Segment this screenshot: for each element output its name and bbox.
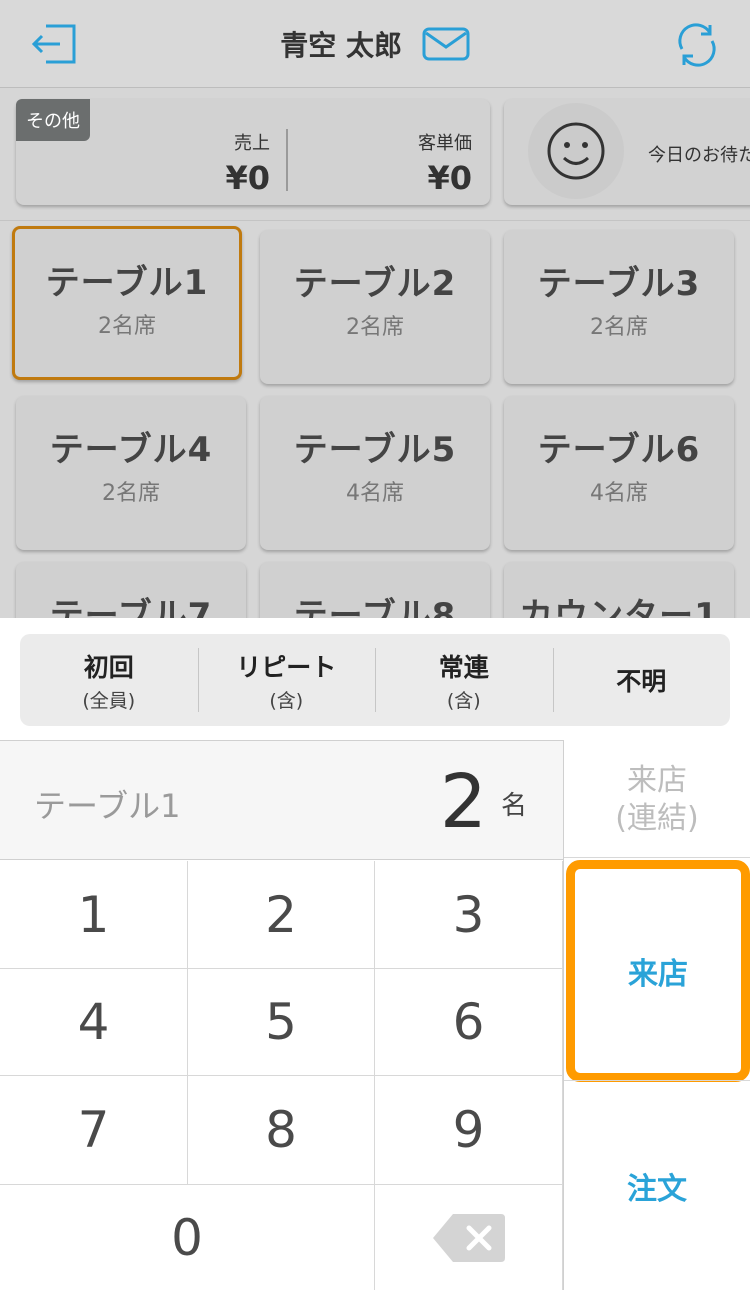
table-seats: 4名席	[589, 481, 648, 506]
table-name: テーブル8	[293, 596, 457, 618]
action-column: 来店 (連結) 来店 注文	[563, 740, 750, 1290]
avg-metric: 客単価 ¥0	[418, 129, 472, 197]
guest-type-segmented-control: 初回 (全員) リピート (含) 常連 (含) 不明	[20, 634, 730, 726]
avg-label: 客単価	[418, 133, 472, 154]
guest-count-display: テーブル1 2 名	[0, 740, 563, 860]
guest-type-first[interactable]: 初回 (全員)	[20, 634, 198, 726]
visit-button[interactable]: 来店	[566, 860, 750, 1082]
table-tile-5[interactable]: テーブル5 4名席	[260, 396, 490, 550]
guest-count-value: 2	[439, 759, 487, 845]
table-seats: 2名席	[345, 315, 404, 340]
smile-badge	[528, 103, 624, 199]
key-9[interactable]: 9	[375, 1076, 563, 1185]
key-4[interactable]: 4	[0, 969, 188, 1076]
refresh-icon[interactable]	[674, 22, 720, 68]
key-6[interactable]: 6	[375, 969, 563, 1076]
key-7[interactable]: 7	[0, 1076, 188, 1185]
sales-label: 売上	[234, 133, 270, 154]
user-name: 青空 太郎	[280, 29, 402, 62]
table-tile-1[interactable]: テーブル1 2名席	[12, 226, 242, 380]
header-title: 青空 太郎	[0, 24, 750, 64]
key-0[interactable]: 0	[0, 1185, 375, 1290]
table-seats: 2名席	[97, 314, 156, 339]
guest-count-unit: 名	[500, 791, 527, 821]
table-name: カウンター1	[519, 596, 719, 618]
category-badge: その他	[16, 99, 90, 141]
summary-strip: その他 売上 ¥0 客単価 ¥0 今日のお待た	[0, 89, 750, 221]
table-tile-2[interactable]: テーブル2 2名席	[260, 230, 490, 384]
table-tile-8[interactable]: テーブル8	[260, 562, 490, 618]
backspace-key[interactable]	[375, 1185, 563, 1290]
key-2[interactable]: 2	[188, 861, 375, 969]
selected-table-name: テーブル1	[34, 787, 181, 825]
sales-value: ¥0	[225, 159, 270, 197]
sales-card[interactable]: その他 売上 ¥0 客単価 ¥0	[16, 99, 490, 205]
table-name: テーブル1	[45, 263, 209, 303]
guest-type-repeat[interactable]: リピート (含)	[197, 634, 376, 726]
sales-metric: 売上 ¥0	[225, 129, 270, 197]
guest-type-unknown[interactable]: 不明	[552, 634, 731, 726]
backspace-icon	[432, 1213, 505, 1262]
key-3[interactable]: 3	[375, 861, 563, 969]
table-seats: 4名席	[345, 481, 404, 506]
smile-icon	[547, 122, 605, 180]
table-name: テーブル2	[293, 264, 457, 304]
table-name: テーブル4	[49, 430, 213, 470]
avg-value: ¥0	[427, 159, 472, 197]
table-seats: 2名席	[101, 481, 160, 506]
table-name: テーブル7	[49, 596, 213, 618]
visit-link-button[interactable]: 来店 (連結)	[564, 740, 750, 858]
table-name: テーブル3	[537, 264, 701, 304]
mail-icon[interactable]	[422, 27, 470, 61]
seating-panel: 初回 (全員) リピート (含) 常連 (含) 不明 テーブル1 2 名 1 2…	[0, 618, 750, 1290]
counter-tile-1[interactable]: カウンター1	[504, 562, 734, 618]
header-bar: 青空 太郎	[0, 0, 750, 88]
table-name: テーブル5	[293, 430, 457, 470]
table-tile-4[interactable]: テーブル4 2名席	[16, 396, 246, 550]
table-seats: 2名席	[589, 315, 648, 340]
key-5[interactable]: 5	[188, 969, 375, 1076]
key-1[interactable]: 1	[0, 861, 188, 969]
order-button[interactable]: 注文	[564, 1080, 750, 1290]
waiting-card[interactable]: 今日のお待た	[504, 99, 750, 205]
guest-type-regular[interactable]: 常連 (含)	[375, 634, 553, 726]
table-grid: テーブル1 2名席 テーブル2 2名席 テーブル3 2名席 テーブル4 2名席 …	[0, 222, 750, 618]
metric-divider	[286, 129, 288, 191]
key-8[interactable]: 8	[188, 1076, 375, 1185]
waiting-text: 今日のお待た	[648, 145, 750, 166]
table-tile-3[interactable]: テーブル3 2名席	[504, 230, 734, 384]
table-tile-7[interactable]: テーブル7	[16, 562, 246, 618]
table-tile-6[interactable]: テーブル6 4名席	[504, 396, 734, 550]
table-name: テーブル6	[537, 430, 701, 470]
